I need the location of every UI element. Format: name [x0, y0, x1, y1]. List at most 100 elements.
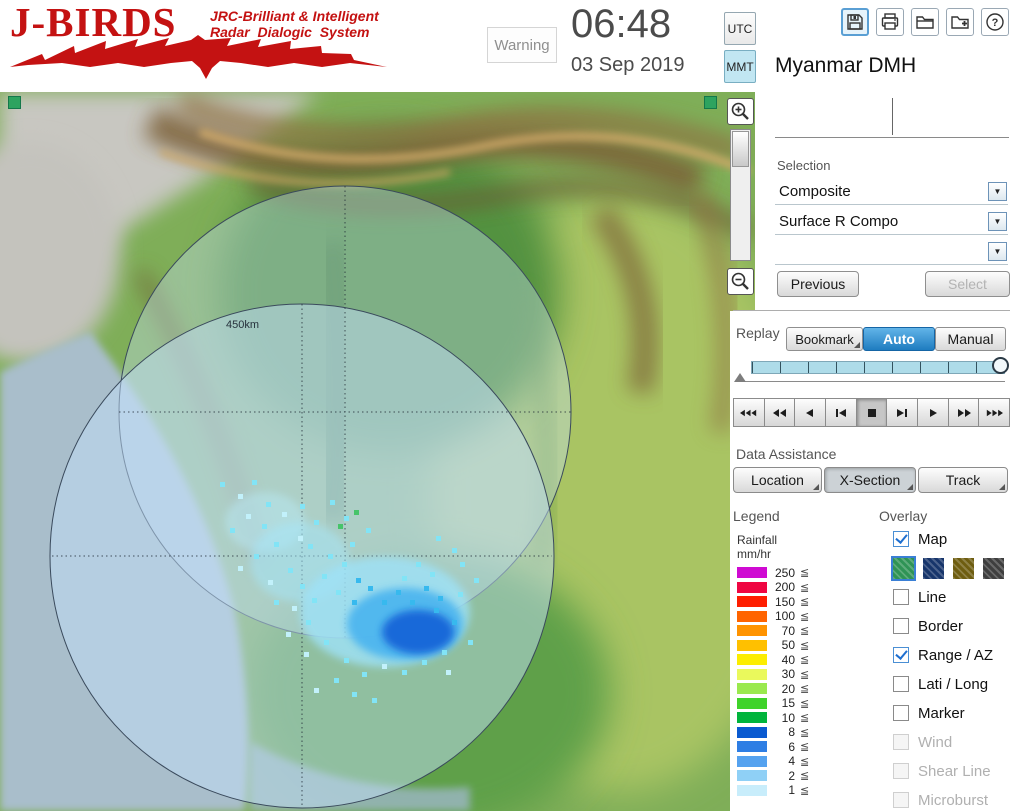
- skip-to-start-button[interactable]: [733, 398, 765, 427]
- map-style-swatch[interactable]: [923, 557, 944, 579]
- clock-time: 06:48: [571, 2, 672, 46]
- legend-value: 30: [781, 667, 795, 681]
- overlay-item-wind: Wind: [893, 731, 1013, 753]
- legend-value: 20: [781, 681, 795, 696]
- legend-row: 1 ≦: [737, 783, 810, 797]
- legend-value: 50: [781, 638, 795, 652]
- replay-timeline[interactable]: [751, 361, 1005, 374]
- dropdown-value: Composite: [779, 183, 851, 200]
- legend-value: 15: [781, 696, 795, 710]
- eagle-logo-icon: [10, 35, 387, 79]
- timeline-position-pointer[interactable]: [734, 373, 746, 382]
- jbirds-app: J-BIRDS JRC-Brilliant & Intelligent Radar…: [0, 0, 1030, 811]
- play-button[interactable]: [917, 398, 949, 427]
- stop-icon: [867, 408, 876, 417]
- bookmark-button[interactable]: Bookmark: [786, 327, 863, 351]
- overlay-label: Overlay: [879, 508, 928, 524]
- radar-map-viewport[interactable]: 450km: [0, 92, 755, 811]
- overlay-item-microburst: Microburst: [893, 789, 1013, 811]
- fast-forward-button[interactable]: [947, 398, 980, 427]
- checkbox: [893, 734, 909, 750]
- dropdown-product-category[interactable]: Composite: [775, 179, 1008, 205]
- location-button[interactable]: Location: [733, 467, 822, 493]
- overlay-item-border[interactable]: Border: [893, 615, 1013, 637]
- select-button[interactable]: Select: [925, 271, 1010, 297]
- checkbox[interactable]: [893, 676, 909, 692]
- legend-color-swatch: [737, 697, 767, 709]
- legend-lte-symbol: ≦: [800, 595, 810, 608]
- open-folder-button[interactable]: [911, 8, 939, 36]
- step-back-button[interactable]: [825, 398, 857, 427]
- legend-lte-symbol: ≦: [800, 696, 810, 710]
- legend-lte-symbol: ≦: [800, 783, 810, 797]
- legend-unit-line2: mm/hr: [737, 547, 771, 561]
- play-reverse-button[interactable]: [794, 398, 827, 427]
- legend-row: 10 ≦: [737, 711, 809, 725]
- legend-row: 150 ≦: [737, 594, 810, 609]
- dropdown-product-type[interactable]: Surface R Compo: [775, 209, 1008, 235]
- checkbox[interactable]: [893, 531, 909, 547]
- legend-lte-symbol: ≦: [800, 754, 810, 768]
- fast-rewind-button[interactable]: [763, 398, 796, 427]
- previous-button[interactable]: Previous: [777, 271, 859, 297]
- legend-value: 70: [781, 623, 795, 638]
- stop-button[interactable]: [855, 398, 888, 427]
- zoom-slider[interactable]: [730, 129, 751, 261]
- auto-mode-button[interactable]: Auto: [863, 327, 935, 351]
- dropdown-product-option[interactable]: [775, 239, 1008, 265]
- clock-date: 03 Sep 2019: [571, 54, 685, 76]
- legend-color-swatch: [737, 770, 767, 781]
- timezone-mmt-button[interactable]: MMT: [724, 50, 756, 83]
- checkbox[interactable]: [893, 618, 909, 634]
- overlay-options: Map Line Border Range / AZ Lati / Long M…: [893, 528, 1013, 811]
- transport-controls: [733, 398, 1011, 427]
- legend-row: 8 ≦: [737, 725, 809, 739]
- legend-label: Legend: [733, 508, 780, 524]
- chevron-down-icon[interactable]: [988, 182, 1007, 201]
- overlay-item-lati-long[interactable]: Lati / Long: [893, 673, 1013, 695]
- overlay-item-marker[interactable]: Marker: [893, 702, 1013, 724]
- print-icon: [881, 13, 899, 30]
- overlay-item-map[interactable]: Map: [893, 528, 1013, 550]
- map-style-swatch[interactable]: [953, 557, 974, 579]
- zoom-in-icon: [731, 102, 749, 120]
- checkbox: [893, 792, 909, 808]
- timeline-handle[interactable]: [992, 357, 1009, 374]
- legend-color-swatch: [737, 726, 767, 738]
- replay-label: Replay: [736, 325, 780, 341]
- zoom-out-button[interactable]: [727, 268, 754, 295]
- manual-mode-button[interactable]: Manual: [935, 327, 1006, 351]
- track-button[interactable]: Track: [918, 467, 1008, 493]
- checkbox[interactable]: [893, 705, 909, 721]
- save-button[interactable]: [841, 8, 869, 36]
- legend-unit-line1: Rainfall: [737, 533, 778, 547]
- legend-row: 250 ≦: [737, 565, 809, 580]
- overlay-item-line[interactable]: Line: [893, 586, 1013, 608]
- zoom-slider-thumb[interactable]: [732, 131, 749, 167]
- legend-color-swatch: [737, 668, 767, 680]
- legend-color-swatch: [737, 567, 767, 578]
- map-style-swatch[interactable]: [983, 557, 1004, 579]
- x-section-button[interactable]: X-Section: [824, 467, 916, 493]
- radar-map-image: 450km: [0, 92, 755, 811]
- checkbox[interactable]: [893, 589, 909, 605]
- overlay-item-range-az[interactable]: Range / AZ: [893, 644, 1013, 666]
- step-forward-button[interactable]: [886, 398, 919, 427]
- zoom-in-button[interactable]: [727, 98, 754, 125]
- map-style-swatch[interactable]: [893, 557, 914, 579]
- legend-value: 150: [774, 594, 795, 609]
- chevron-down-icon[interactable]: [988, 212, 1007, 231]
- timezone-utc-button[interactable]: UTC: [724, 12, 756, 45]
- legend-value: 250: [774, 565, 795, 580]
- skip-to-end-button[interactable]: [978, 398, 1011, 427]
- import-export-button[interactable]: [946, 8, 974, 36]
- print-button[interactable]: [876, 8, 904, 36]
- legend-lte-symbol: ≦: [800, 653, 810, 666]
- chevron-down-icon[interactable]: [988, 242, 1007, 261]
- legend-lte-symbol: ≦: [800, 624, 810, 637]
- step-forward-icon: [897, 408, 908, 417]
- help-button[interactable]: ?: [981, 8, 1009, 36]
- legend-value: 100: [774, 609, 795, 623]
- checkbox[interactable]: [893, 647, 909, 663]
- rainfall-legend: 250 ≦ 200 ≦ 150 ≦ 100 ≦ 70 ≦ 50 ≦ 40 ≦ 30 ≦ 20 ≦ …: [737, 565, 810, 799]
